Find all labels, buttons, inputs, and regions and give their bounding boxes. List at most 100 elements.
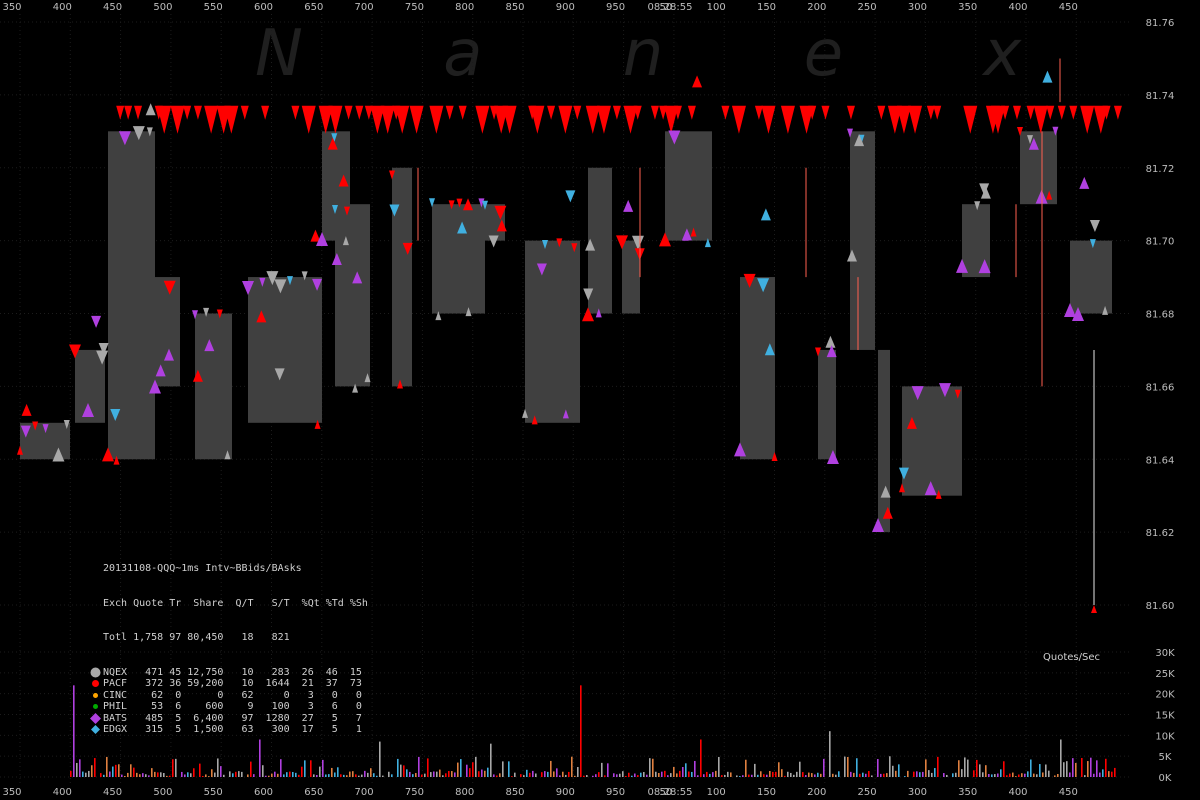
volume-bar xyxy=(679,770,681,777)
volume-bar xyxy=(220,766,222,777)
volume-bar xyxy=(709,773,711,777)
volume-bar xyxy=(433,771,435,777)
quote-marker xyxy=(846,105,855,120)
quote-marker xyxy=(761,105,776,134)
quote-marker xyxy=(204,105,219,134)
time-tick-bottom: 900 xyxy=(556,787,575,798)
time-tick-bottom: 300 xyxy=(908,787,927,798)
purple-diamond-icon xyxy=(90,712,101,724)
quote-marker xyxy=(612,105,621,120)
bbo-spread-box xyxy=(878,349,890,533)
volume-bar xyxy=(1018,774,1020,777)
volume-bar xyxy=(772,771,774,777)
time-tick-top: 750 xyxy=(405,2,424,13)
volume-bar xyxy=(808,772,810,777)
volume-bar xyxy=(427,758,429,777)
bbo-spread-box xyxy=(195,313,232,460)
volume-bar xyxy=(1105,758,1107,777)
volume-bar xyxy=(349,771,351,777)
quote-marker xyxy=(488,235,499,248)
quote-marker xyxy=(355,105,364,120)
quote-marker xyxy=(124,105,133,120)
volume-bar xyxy=(1087,761,1089,777)
volume-bar xyxy=(1114,767,1116,777)
volume-bar xyxy=(166,775,168,777)
quote-marker xyxy=(395,105,410,134)
price-tick-label: 81.60 xyxy=(1146,601,1175,612)
volume-bar xyxy=(484,770,486,777)
volume-bar xyxy=(931,772,933,777)
volume-bar xyxy=(862,772,864,777)
volume-bar xyxy=(85,772,87,777)
volume-bar xyxy=(412,774,414,777)
quote-marker xyxy=(157,105,172,134)
volume-bar xyxy=(784,775,786,777)
volume-bar xyxy=(583,775,585,777)
volume-bar xyxy=(916,771,918,777)
time-tick-bottom: 800 xyxy=(455,787,474,798)
volume-bar xyxy=(1063,762,1065,777)
volume-bar xyxy=(238,771,240,777)
volume-bar xyxy=(802,772,804,777)
volume-bar xyxy=(856,758,858,777)
volume-bar xyxy=(880,773,882,777)
volume-bar xyxy=(763,774,765,777)
volume-bar xyxy=(568,771,570,777)
volume-bar xyxy=(676,773,678,777)
volume-bar xyxy=(475,756,477,777)
red-circle-icon xyxy=(90,678,101,689)
volume-bar xyxy=(775,771,777,777)
volume-bar xyxy=(451,771,453,777)
volume-bar xyxy=(781,769,783,777)
volume-bar xyxy=(157,772,159,777)
volume-bar xyxy=(355,774,357,777)
volume-bar xyxy=(793,774,795,777)
volume-bar xyxy=(535,773,537,777)
volume-bar xyxy=(607,763,609,777)
volume-bar xyxy=(262,765,264,777)
volume-bar xyxy=(898,764,900,777)
volume-bar xyxy=(1108,771,1110,777)
volume-bar xyxy=(697,775,699,777)
bbo-spread-box xyxy=(335,204,370,387)
volume-bar xyxy=(961,769,963,777)
volume-bar xyxy=(571,756,573,777)
volume-bar xyxy=(118,764,120,777)
exchange-stats-table: 20131108-QQQ~1ms Intv~BBids/BAsks Exch Q… xyxy=(90,540,368,747)
volume-bar xyxy=(1024,773,1026,777)
volume-bar xyxy=(1090,757,1092,777)
volume-bar xyxy=(301,766,303,777)
quote-marker xyxy=(1046,105,1055,120)
volume-bar xyxy=(787,771,789,777)
bbo-spread-box xyxy=(432,204,485,314)
quote-marker xyxy=(91,315,102,328)
volume-bar xyxy=(604,775,606,777)
volume-bar xyxy=(592,775,594,777)
volume-bar xyxy=(1027,771,1029,777)
orange-circle-icon xyxy=(90,690,101,701)
volume-bar xyxy=(190,773,192,777)
volume-bar xyxy=(616,774,618,777)
time-tick-top: 100 xyxy=(707,2,726,13)
quote-marker xyxy=(585,105,600,134)
quote-marker xyxy=(1033,105,1048,134)
quote-marker xyxy=(1069,105,1078,120)
quote-marker xyxy=(193,105,202,120)
volume-bar xyxy=(442,775,444,777)
volume-bar xyxy=(646,774,648,777)
quote-marker xyxy=(475,105,490,134)
quote-marker xyxy=(721,105,730,120)
volume-bar xyxy=(454,772,456,777)
volume-bar xyxy=(1012,772,1014,777)
volume-bar xyxy=(664,770,666,777)
bbo-spread-box xyxy=(290,277,322,423)
volume-bar xyxy=(145,774,147,777)
volume-bar xyxy=(748,774,750,777)
quote-marker xyxy=(825,335,836,348)
volume-bar xyxy=(367,772,369,777)
volume-bar xyxy=(313,774,315,777)
volume-bar xyxy=(1045,764,1047,777)
volume-bar xyxy=(1009,773,1011,777)
volume-bar xyxy=(100,773,102,777)
volume-bar xyxy=(139,774,141,777)
